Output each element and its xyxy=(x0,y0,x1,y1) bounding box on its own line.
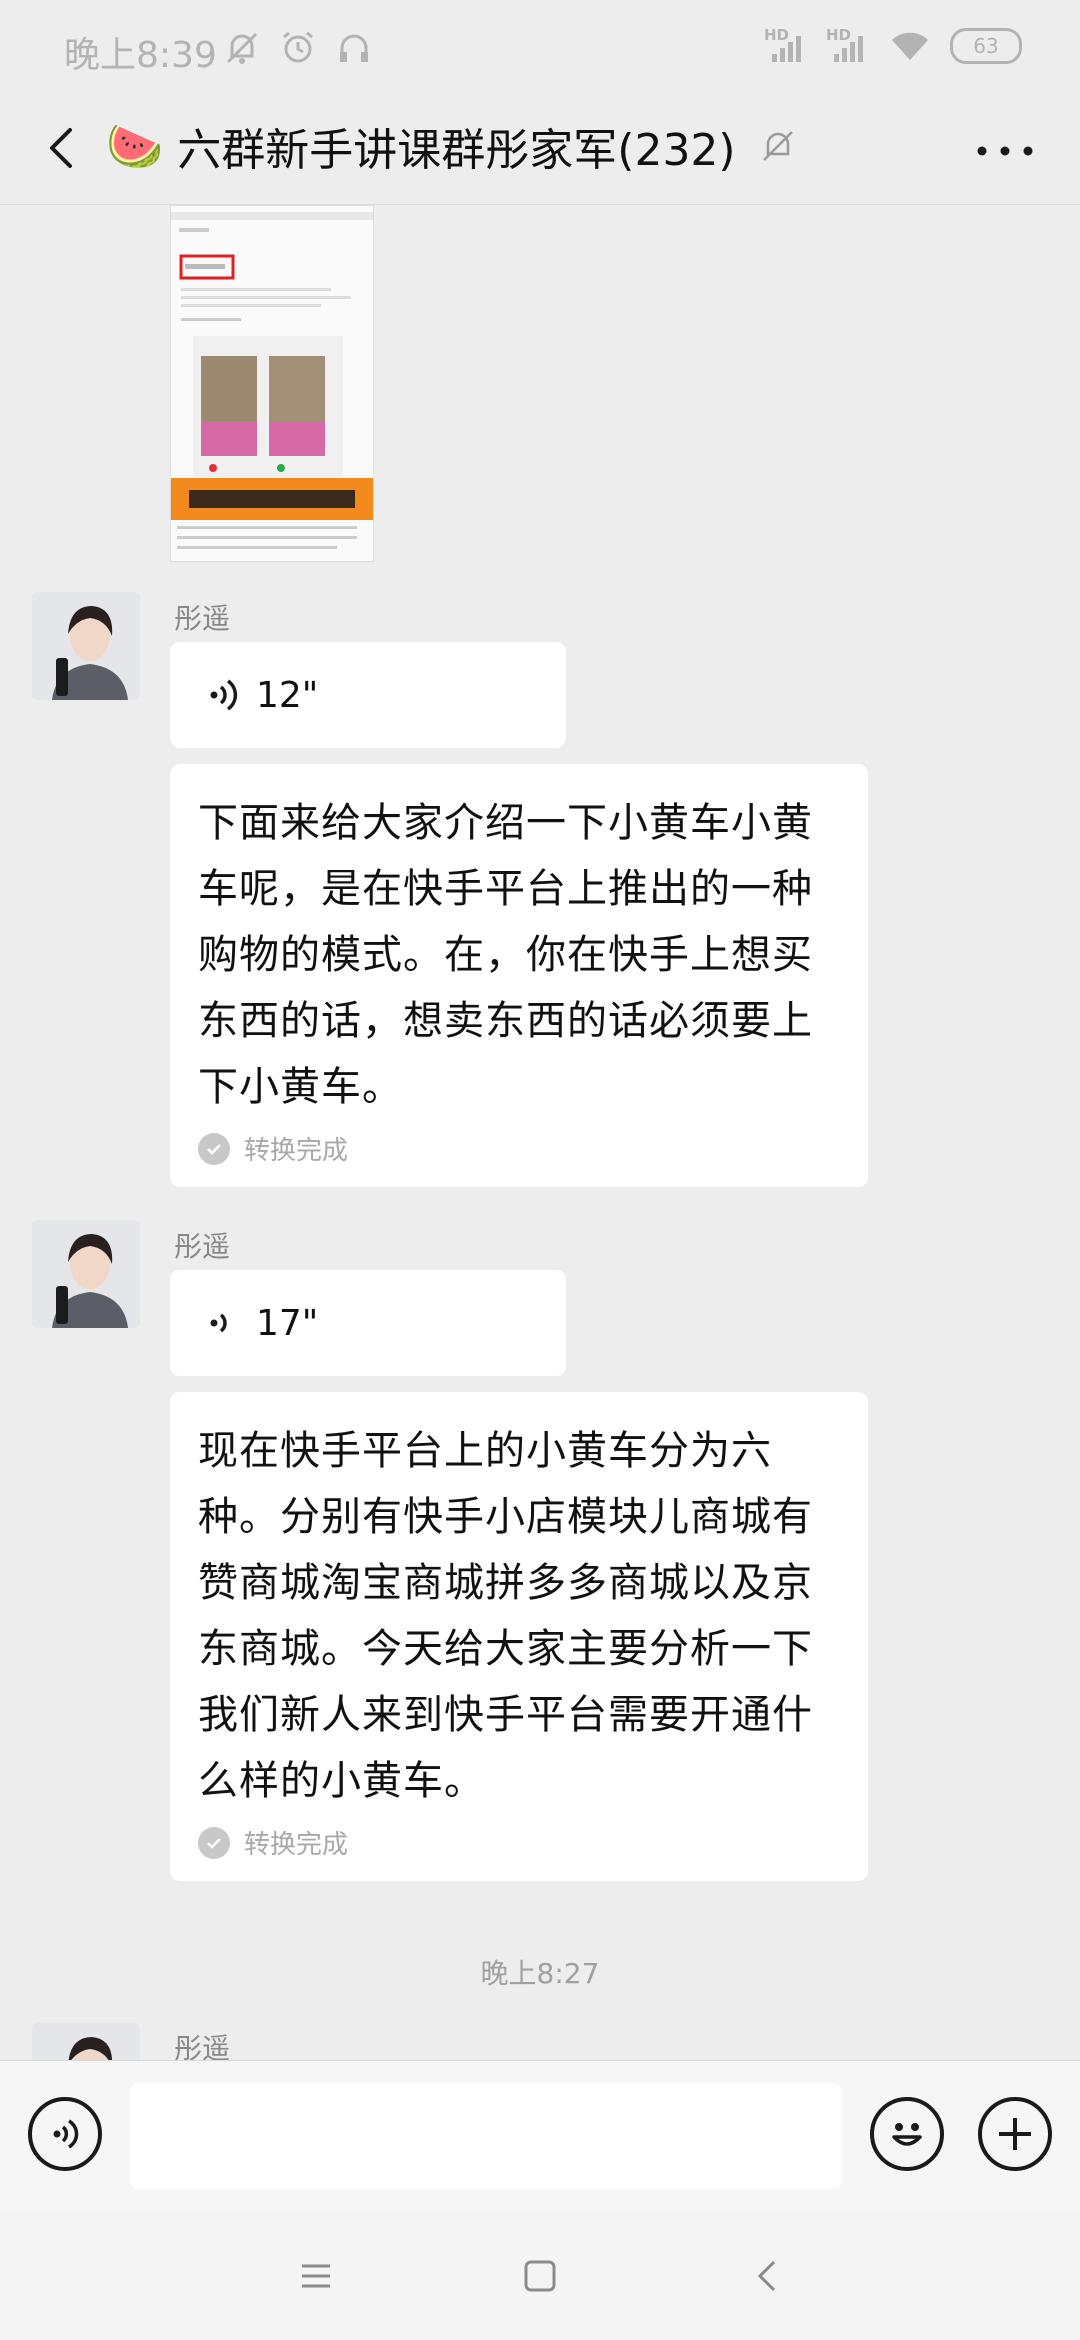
voice-wave-icon xyxy=(210,679,238,711)
voice-transcript[interactable]: 下面来给大家介绍一下小黄车小黄车呢，是在快手平台上推出的一种购物的模式。在，你在… xyxy=(170,764,868,1187)
bell-off-icon xyxy=(226,32,258,64)
message-input-bar xyxy=(0,2060,1080,2213)
check-icon xyxy=(198,1132,230,1165)
voice-transcript[interactable]: 现在快手平台上的小黄车分为六种。分别有快手小店模块儿商城有赞商城淘宝商城拼多多商… xyxy=(170,1392,868,1881)
watermelon-icon: 🍉 xyxy=(106,118,164,173)
system-nav-bar xyxy=(0,2212,1080,2340)
chat-title-group[interactable]: 🍉 六群新手讲课群彤家军(232) xyxy=(106,114,800,178)
conversion-status: 转换完成 xyxy=(198,1130,840,1167)
alarm-icon xyxy=(283,31,313,63)
screenshot-image xyxy=(171,206,373,561)
smiley-icon xyxy=(892,2123,922,2146)
message-input[interactable] xyxy=(130,2083,842,2189)
voice-wave-icon xyxy=(210,1313,227,1333)
transcript-text: 现在快手平台上的小黄车分为六种。分别有快手小店模块儿商城有赞商城淘宝商城拼多多商… xyxy=(198,1428,813,1804)
more-options-icon[interactable] xyxy=(970,126,1040,176)
avatar-image xyxy=(32,1220,140,1328)
voice-input-button[interactable] xyxy=(28,2097,102,2171)
home-icon[interactable] xyxy=(522,2258,558,2294)
status-time: 晚上8:39 xyxy=(64,35,217,76)
sender-avatar[interactable] xyxy=(32,592,140,700)
plus-icon xyxy=(999,2118,1031,2150)
voice-message[interactable]: 17" xyxy=(170,1270,566,1376)
battery-level: 63 xyxy=(973,34,999,58)
signal-icon-1: HD xyxy=(764,26,808,66)
avatar-image xyxy=(32,2023,140,2060)
check-icon xyxy=(198,1826,230,1859)
message-timestamp: 晚上8:27 xyxy=(480,1957,600,1990)
status-system-icons: HD HD 63 xyxy=(764,26,1022,66)
sender-name: 彤遥 xyxy=(174,1230,231,1263)
back-nav-icon[interactable] xyxy=(750,2258,786,2294)
wifi-icon xyxy=(892,32,928,60)
conversion-status-text: 转换完成 xyxy=(244,1136,349,1166)
voice-message[interactable]: 12" xyxy=(170,642,566,748)
conversion-status: 转换完成 xyxy=(198,1824,840,1861)
chat-title: 六群新手讲课群彤家军(232) xyxy=(177,125,736,176)
emoji-button[interactable] xyxy=(870,2097,944,2171)
chat-messages[interactable]: 彤遥 12" 下面来给大家介绍一下小黄车小黄车呢，是在快手平台上推出的一种购物的… xyxy=(0,205,1080,2060)
mute-bell-icon xyxy=(762,131,793,161)
voice-wave-icon xyxy=(53,2119,79,2149)
voice-duration: 12" xyxy=(256,674,319,716)
headset-icon xyxy=(340,34,368,62)
more-functions-button[interactable] xyxy=(978,2097,1052,2171)
battery-icon: 63 xyxy=(950,28,1022,64)
sender-avatar[interactable] xyxy=(32,2023,140,2060)
menu-icon[interactable] xyxy=(298,2258,334,2294)
avatar-image xyxy=(32,592,140,700)
signal-icon-2: HD xyxy=(826,26,870,66)
back-arrow-icon[interactable] xyxy=(34,118,94,178)
conversion-status-text: 转换完成 xyxy=(244,1830,349,1860)
chat-header: 🍉 六群新手讲课群彤家军(232) xyxy=(0,96,1080,205)
sender-avatar[interactable] xyxy=(32,1220,140,1328)
transcript-text: 下面来给大家介绍一下小黄车小黄车呢，是在快手平台上推出的一种购物的模式。在，你在… xyxy=(198,800,813,1110)
status-bar: 晚上8:39 HD HD 63 xyxy=(0,0,1080,96)
status-notification-icons xyxy=(222,28,374,68)
image-message-thumbnail[interactable] xyxy=(170,205,374,562)
voice-duration: 17" xyxy=(256,1302,319,1344)
sender-name: 彤遥 xyxy=(174,602,231,635)
sender-name: 彤遥 xyxy=(174,2032,231,2060)
